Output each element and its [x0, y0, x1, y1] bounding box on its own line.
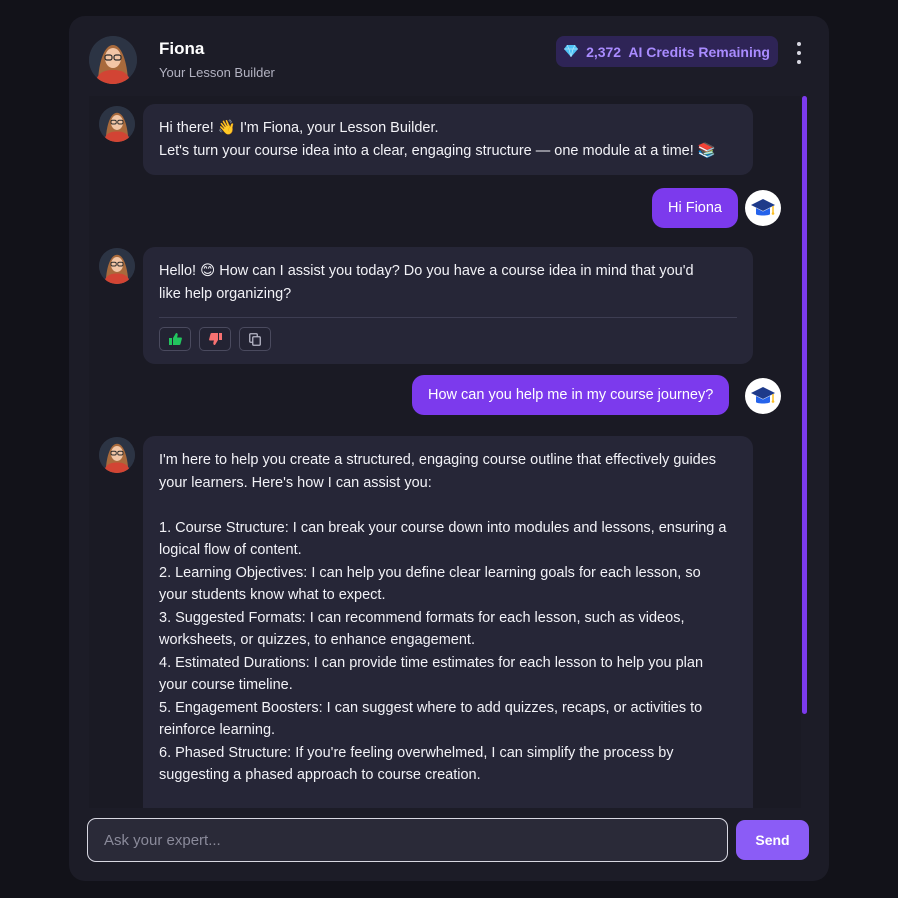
message-line: Hi there! 👋 I'm Fiona, your Lesson Build…	[159, 120, 439, 136]
more-vertical-icon[interactable]	[791, 42, 807, 64]
fiona-avatar	[89, 36, 137, 84]
scrollbar[interactable]	[802, 96, 807, 714]
graduation-cap-icon	[745, 190, 781, 226]
message-line: reinforce learning.	[159, 722, 276, 738]
bot-avatar	[99, 437, 135, 473]
message-line: logical flow of content.	[159, 542, 302, 558]
message-line: 6. Phased Structure: If you're feeling o…	[159, 744, 674, 761]
bot-avatar	[99, 106, 135, 142]
thumbs-up-icon[interactable]	[159, 327, 191, 351]
send-button[interactable]: Send	[736, 820, 809, 860]
bot-message: Hello! 😊 How can I assist you today? Do …	[143, 247, 753, 364]
copy-icon[interactable]	[239, 327, 271, 351]
thumbs-down-icon[interactable]	[199, 327, 231, 351]
chat-header: Fiona Your Lesson Builder 2,372 AI Credi…	[69, 16, 829, 96]
graduation-cap-icon	[745, 378, 781, 414]
message-list[interactable]: Hi there! 👋 I'm Fiona, your Lesson Build…	[89, 96, 801, 808]
assistant-role: Your Lesson Builder	[159, 65, 275, 80]
message-line: I'm here to help you create a structured…	[159, 452, 717, 468]
credits-badge: 2,372 AI Credits Remaining	[556, 36, 778, 67]
bot-avatar	[99, 248, 135, 284]
message-line: worksheets, or quizzes, to enhance engag…	[159, 632, 475, 648]
message-line: 2. Learning Objectives: I can help you d…	[159, 564, 701, 581]
message-line: 5. Engagement Boosters: I can suggest wh…	[159, 699, 703, 716]
message-actions	[159, 317, 737, 351]
chat-panel: Fiona Your Lesson Builder 2,372 AI Credi…	[69, 16, 829, 881]
message-line: 4. Estimated Durations: I can provide ti…	[159, 654, 704, 671]
user-message: Hi Fiona	[652, 188, 738, 228]
diamond-icon	[564, 44, 579, 60]
bot-message: Hi there! 👋 I'm Fiona, your Lesson Build…	[143, 104, 753, 175]
message-input[interactable]	[87, 818, 728, 862]
credits-text: 2,372 AI Credits Remaining	[586, 43, 770, 60]
bot-message: I'm here to help you create a structured…	[143, 436, 753, 808]
message-line: suggesting a phased approach to course c…	[159, 767, 481, 783]
message-line: your learners. Here's how I can assist y…	[159, 474, 432, 491]
message-line: your course timeline.	[159, 677, 293, 693]
message-line: Let's turn your course idea into a clear…	[159, 142, 716, 159]
message-line: 1. Course Structure: I can break your co…	[159, 519, 727, 536]
message-line	[159, 494, 737, 517]
message-line: like help organizing?	[159, 285, 292, 302]
message-line: 3. Suggested Formats: I can recommend fo…	[159, 609, 685, 626]
assistant-name: Fiona	[159, 39, 205, 58]
message-line: your students know what to expect.	[159, 587, 386, 603]
message-line: Hello! 😊 How can I assist you today? Do …	[159, 263, 694, 279]
user-message: How can you help me in my course journey…	[412, 375, 730, 415]
